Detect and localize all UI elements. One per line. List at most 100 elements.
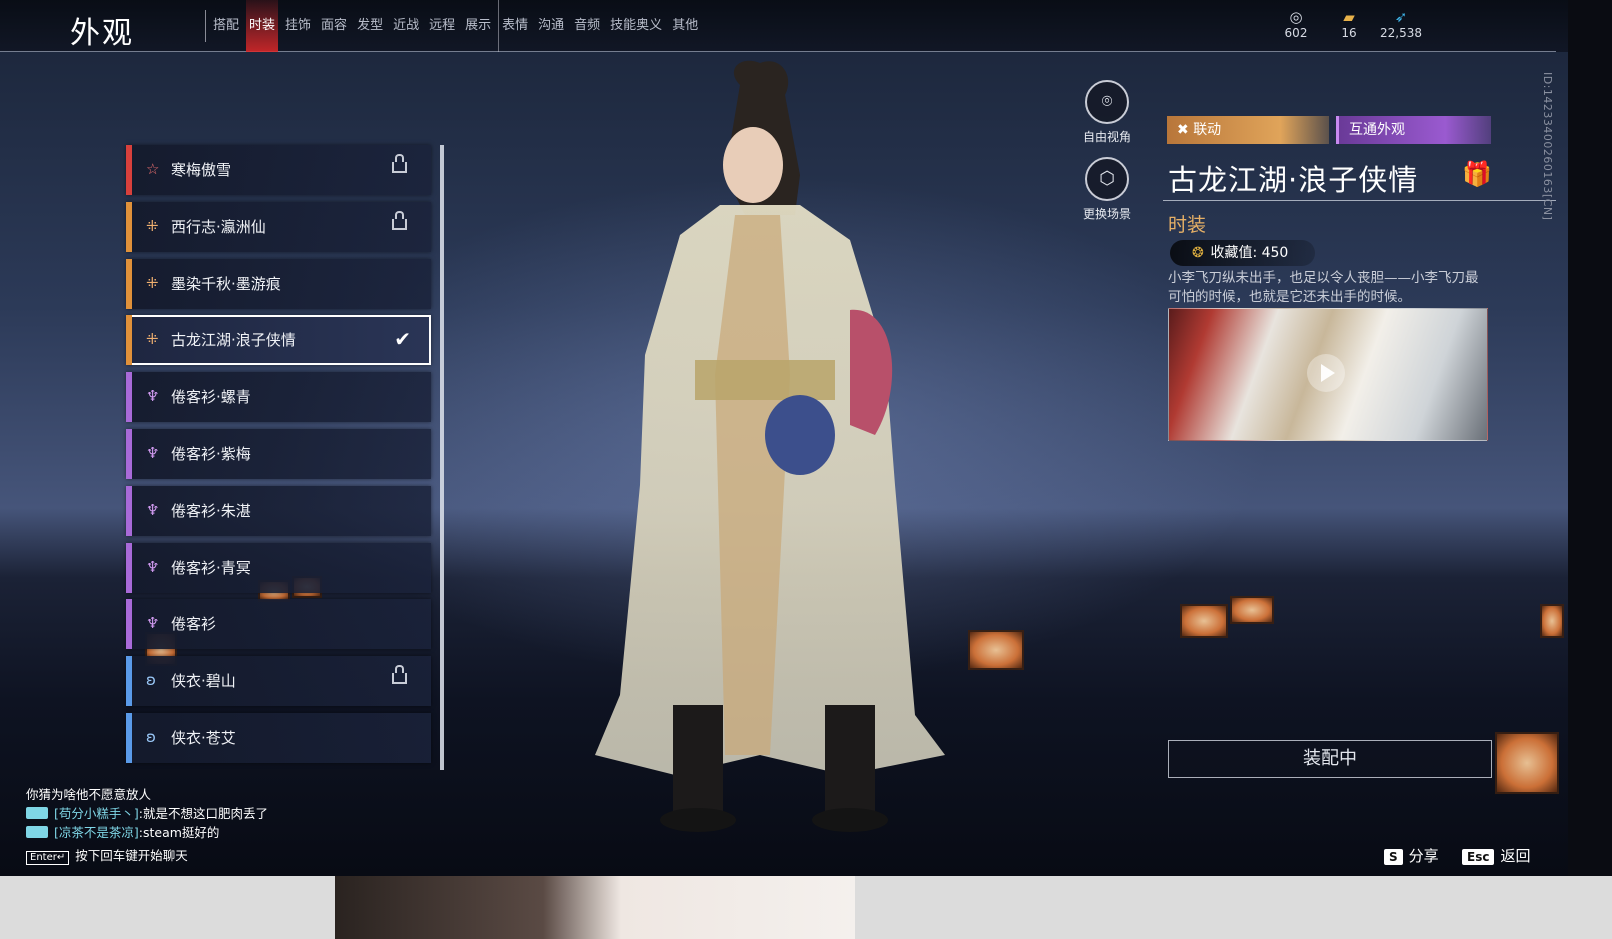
list-scrollbar[interactable] <box>440 145 444 770</box>
share-label: 分享 <box>1408 847 1439 865</box>
tab-fashion[interactable]: 时装 <box>246 0 279 52</box>
chat-hint-text: 按下回车键开始聊天 <box>75 848 188 863</box>
rarity-bar <box>126 656 132 707</box>
chat-text: 你猜为啥他不愿意放人 <box>26 787 152 802</box>
page-title: 外观 <box>70 16 134 51</box>
rarity-bar <box>126 712 132 763</box>
outfit-title: 古龙江湖·浪子侠情 <box>1168 163 1419 197</box>
list-item[interactable]: ♆ 倦客衫·螺青 <box>126 372 431 423</box>
tab-skill-ultimate[interactable]: 技能奥义 <box>607 0 665 52</box>
character-model[interactable] <box>585 55 955 845</box>
lock-icon <box>392 154 407 173</box>
feather-icon: ➶ <box>1394 8 1408 26</box>
rarity-bar <box>126 428 132 479</box>
shared-appearance-tag: 互通外观 <box>1336 116 1491 144</box>
shared-tag-label: 互通外观 <box>1349 122 1405 138</box>
tab-audio[interactable]: 音频 <box>571 0 603 52</box>
share-key: S <box>1384 849 1403 865</box>
channel-badge-icon <box>26 826 48 838</box>
esc-key: Esc <box>1462 849 1495 865</box>
lantern-icon <box>1180 604 1228 638</box>
collection-label: 收藏值: 450 <box>1210 245 1289 261</box>
currency-value: 16 <box>1341 26 1357 40</box>
trident-icon: ♆ <box>146 387 160 406</box>
currency-value: 602 <box>1284 26 1308 40</box>
chat-sender[interactable]: [苟分小糕手丶] <box>54 806 139 821</box>
tab-ranged[interactable]: 远程 <box>426 0 458 52</box>
tab-communication[interactable]: 沟通 <box>535 0 567 52</box>
wings-icon: ʚ <box>146 671 156 690</box>
outfit-name: 倦客衫·螺青 <box>171 388 251 407</box>
enter-key-icon: Enter↵ <box>26 851 70 865</box>
crossed-swords-icon: ✖ <box>1177 122 1189 138</box>
trident-icon: ♆ <box>146 443 160 462</box>
cross-icon: ⁜ <box>146 273 159 292</box>
tab-outfit-set[interactable]: 搭配 <box>210 0 242 52</box>
rarity-bar <box>126 315 132 366</box>
chat-box: 你猜为啥他不愿意放人 [苟分小糕手丶]:就是不想这口肥肉丢了 [凉茶不是茶凉]:… <box>26 785 268 865</box>
list-item[interactable]: ⁜ 墨染千秋·墨游痕 <box>126 258 431 309</box>
currency-ticket: ▰ 16 <box>1319 8 1379 40</box>
chat-sender[interactable]: [凉茶不是茶凉] <box>54 825 139 840</box>
tab-face[interactable]: 面容 <box>318 0 350 52</box>
list-item-selected[interactable]: ⁜ 古龙江湖·浪子侠情 ✔ <box>126 315 431 366</box>
outfit-name: 倦客衫·青冥 <box>171 558 251 577</box>
cube-icon: ⬡ <box>1085 157 1129 201</box>
tab-melee[interactable]: 近战 <box>390 0 422 52</box>
lantern-icon <box>1540 604 1564 638</box>
chat-text: :steam挺好的 <box>138 825 220 840</box>
list-item[interactable]: ♆ 倦客衫·紫梅 <box>126 428 431 479</box>
equipped-button[interactable]: 装配中 <box>1168 740 1492 778</box>
outfit-name: 墨染千秋·墨游痕 <box>171 274 281 293</box>
webcam-photo <box>335 876 855 939</box>
lantern-icon <box>968 630 1024 670</box>
lock-icon <box>392 210 407 230</box>
checkmark-icon: ✔ <box>394 327 411 352</box>
list-item[interactable]: ♆ 倦客衫·朱湛 <box>126 485 431 536</box>
list-item[interactable]: ⁜ 西行志·瀛洲仙 <box>126 201 431 252</box>
player-id: ID:1423340026016​3[CN] <box>1541 72 1554 221</box>
cross-icon: ⁜ <box>146 216 159 235</box>
list-item[interactable]: ♆ 倦客衫 <box>126 599 431 650</box>
chat-message: [凉茶不是茶凉]:steam挺好的 <box>26 823 268 842</box>
list-item[interactable]: ʚ 侠衣·苍艾 <box>126 712 431 763</box>
currency-feather: ➶ 22,538 <box>1371 8 1431 40</box>
chat-input-hint[interactable]: Enter↵ 按下回车键开始聊天 <box>26 846 268 865</box>
tab-emote[interactable]: 表情 <box>498 0 531 52</box>
channel-badge-icon <box>26 807 48 819</box>
list-item[interactable]: ʚ 侠衣·碧山 <box>126 656 431 707</box>
change-scene-button[interactable]: ⬡ 更换场景 <box>1077 157 1137 222</box>
outfit-name: 倦客衫·紫梅 <box>171 444 251 463</box>
outfit-name: 倦客衫·朱湛 <box>171 501 251 520</box>
outfit-name: 倦客衫 <box>171 615 217 634</box>
tab-accessory[interactable]: 挂饰 <box>282 0 314 52</box>
outfit-description: 小李飞刀纵未出手，也足以令人丧胆——小李飞刀最可怕的时候，也就是它还未出手的时候… <box>1168 270 1479 305</box>
trident-icon: ♆ <box>146 557 160 576</box>
outfit-name: 侠衣·碧山 <box>171 672 236 691</box>
tab-other[interactable]: 其他 <box>669 0 701 52</box>
scrollbar-thumb[interactable] <box>440 145 444 770</box>
outfit-name: 古龙江湖·浪子侠情 <box>171 331 296 350</box>
gift-icon[interactable]: 🎁 <box>1462 160 1492 188</box>
tab-display[interactable]: 展示 <box>462 0 494 52</box>
share-button[interactable]: S 分享 <box>1384 845 1439 866</box>
back-button[interactable]: Esc 返回 <box>1462 845 1530 866</box>
tab-hairstyle[interactable]: 发型 <box>354 0 386 52</box>
list-item[interactable]: ☆ 寒梅傲雪 <box>126 145 431 195</box>
free-view-label: 自由视角 <box>1082 130 1131 144</box>
currency-value: 22,538 <box>1380 26 1422 40</box>
lantern-icon <box>1495 732 1559 794</box>
ticket-icon: ▰ <box>1343 8 1355 26</box>
rarity-bar <box>126 145 132 195</box>
preview-video[interactable] <box>1168 308 1488 441</box>
title-underline <box>1163 200 1556 201</box>
free-view-button[interactable]: ⌾ 自由视角 <box>1077 80 1137 145</box>
list-item[interactable]: ♆ 倦客衫·青冥 <box>126 542 431 593</box>
play-icon[interactable] <box>1307 354 1345 392</box>
collab-tag: ✖ 联动 <box>1167 116 1329 144</box>
outfit-name: 寒梅傲雪 <box>171 161 232 179</box>
outfit-name: 西行志·瀛洲仙 <box>171 217 266 236</box>
game-viewport: 外观 搭配 时装 挂饰 面容 发型 近战 远程 展示 表情 沟通 音频 技能奥义… <box>0 0 1568 876</box>
rarity-bar <box>126 258 132 309</box>
change-scene-label: 更换场景 <box>1082 207 1131 221</box>
